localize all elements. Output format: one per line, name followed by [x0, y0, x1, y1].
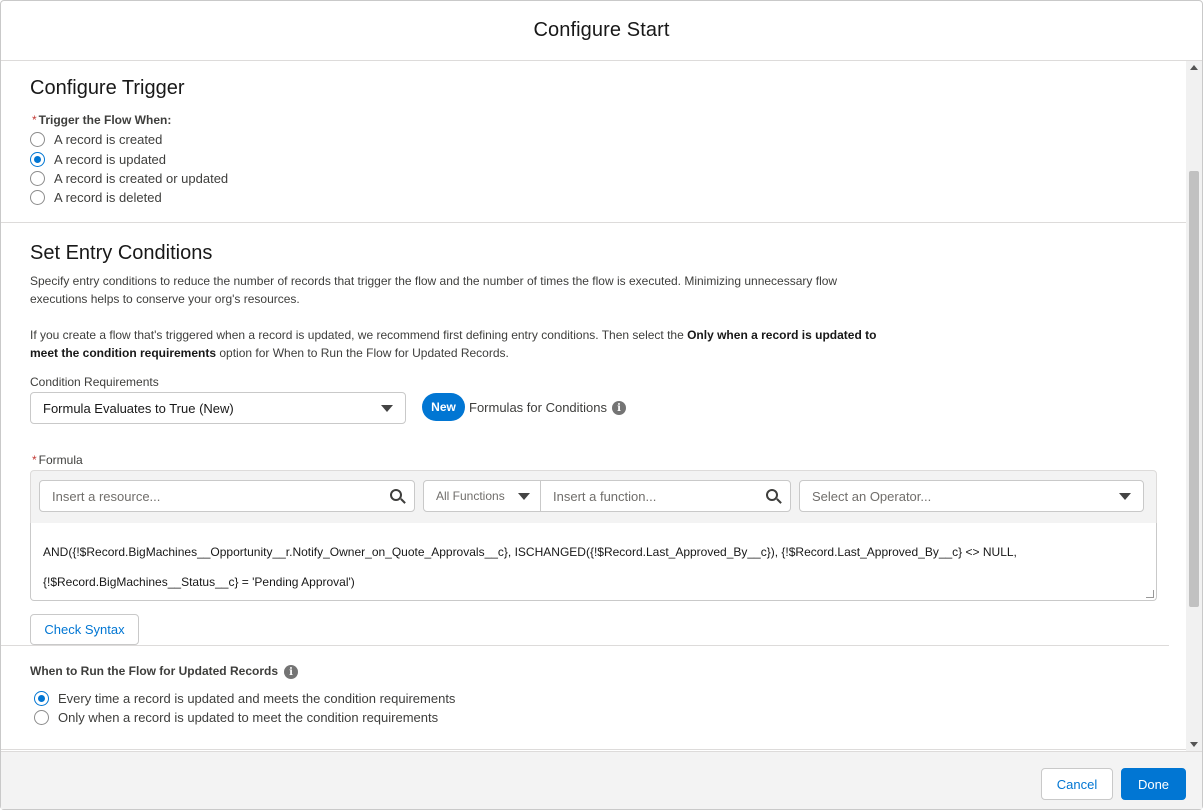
all-functions-value: All Functions	[436, 489, 505, 503]
modal-body: Configure Trigger * Trigger the Flow When…	[1, 61, 1186, 751]
radio-record-created[interactable]: A record is created	[30, 132, 162, 147]
chevron-down-icon	[381, 405, 393, 412]
radio-label: Only when a record is updated to meet th…	[58, 710, 439, 725]
radio-button[interactable]	[30, 152, 45, 167]
insert-function-placeholder: Insert a function...	[553, 488, 657, 504]
required-marker: *	[32, 113, 37, 127]
radio-button[interactable]	[30, 171, 45, 186]
radio-button[interactable]	[30, 132, 45, 147]
check-syntax-button[interactable]: Check Syntax	[30, 614, 139, 645]
modal-footer: Cancel Done	[1, 751, 1202, 809]
recommendation-text-end: option for When to Run the Flow for Upda…	[216, 346, 509, 360]
required-marker: *	[32, 453, 37, 467]
radio-label: A record is updated	[54, 152, 167, 167]
search-icon	[766, 489, 782, 505]
configure-start-modal: Configure Start Configure Trigger * Trigg…	[0, 0, 1203, 810]
chevron-down-icon	[518, 493, 530, 500]
trigger-field-label-text: Trigger the Flow When:	[38, 113, 172, 127]
info-icon[interactable]: i	[284, 665, 298, 679]
recommendation-text-start: If you create a flow that's triggered wh…	[30, 328, 688, 342]
formula-line-1: AND({!$Record.BigMachines__Opportunity__…	[43, 545, 1017, 559]
entry-conditions-heading: Set Entry Conditions	[30, 242, 213, 264]
section-divider	[1, 645, 1169, 646]
resize-handle-icon[interactable]	[1146, 590, 1154, 598]
radio-only-when-updated[interactable]: Only when a record is updated to meet th…	[34, 710, 438, 725]
chevron-down-icon	[1119, 493, 1131, 500]
condition-requirements-select[interactable]: Formula Evaluates to True (New)	[30, 392, 406, 424]
radio-record-updated[interactable]: A record is updated	[30, 152, 166, 167]
scroll-down-icon[interactable]	[1190, 742, 1198, 747]
radio-button[interactable]	[30, 190, 45, 205]
done-button[interactable]: Done	[1121, 768, 1186, 800]
formulas-for-conditions-text: Formulas for Conditions	[469, 400, 607, 415]
radio-record-deleted[interactable]: A record is deleted	[30, 190, 162, 205]
radio-label: A record is deleted	[54, 190, 162, 205]
formula-line-2: {!$Record.BigMachines__Status__c} = 'Pen…	[43, 575, 355, 589]
radio-record-created-or-updated[interactable]: A record is created or updated	[30, 171, 228, 186]
info-icon[interactable]: i	[612, 401, 626, 415]
section-divider	[1, 222, 1186, 223]
section-divider	[1, 749, 1186, 750]
insert-resource-placeholder: Insert a resource...	[52, 488, 161, 504]
when-to-run-label: When to Run the Flow for Updated Records	[30, 664, 278, 678]
formula-label-text: Formula	[38, 453, 83, 467]
trigger-field-label: * Trigger the Flow When:	[32, 113, 171, 127]
search-icon	[390, 489, 406, 505]
formula-toolbar: Insert a resource... All Functions Inser…	[30, 470, 1157, 524]
scroll-thumb[interactable]	[1189, 171, 1199, 607]
cancel-button[interactable]: Cancel	[1041, 768, 1113, 800]
entry-recommendation: If you create a flow that's triggered wh…	[30, 326, 890, 362]
radio-button[interactable]	[34, 691, 49, 706]
insert-resource-input[interactable]: Insert a resource...	[39, 480, 415, 512]
modal-title: Configure Start	[533, 19, 670, 41]
radio-every-time-updated[interactable]: Every time a record is updated and meets…	[34, 691, 455, 706]
vertical-scrollbar[interactable]	[1186, 61, 1202, 751]
formula-label: * Formula	[32, 453, 83, 467]
radio-label: A record is created or updated	[54, 171, 229, 186]
modal-header: Configure Start	[1, 1, 1202, 61]
configure-trigger-heading: Configure Trigger	[30, 77, 185, 99]
operator-placeholder: Select an Operator...	[812, 488, 932, 504]
scroll-up-icon[interactable]	[1190, 65, 1198, 70]
formula-textarea[interactable]: AND({!$Record.BigMachines__Opportunity__…	[30, 523, 1157, 601]
condition-requirements-value: Formula Evaluates to True (New)	[43, 400, 234, 416]
condition-requirements-label: Condition Requirements	[30, 375, 159, 389]
new-badge: New	[422, 393, 465, 421]
radio-label: A record is created	[54, 132, 163, 147]
radio-button[interactable]	[34, 710, 49, 725]
radio-label: Every time a record is updated and meets…	[58, 691, 456, 706]
all-functions-select[interactable]: All Functions	[423, 480, 541, 512]
insert-function-input[interactable]: Insert a function...	[540, 480, 791, 512]
operator-select[interactable]: Select an Operator...	[799, 480, 1144, 512]
entry-description: Specify entry conditions to reduce the n…	[30, 274, 838, 306]
